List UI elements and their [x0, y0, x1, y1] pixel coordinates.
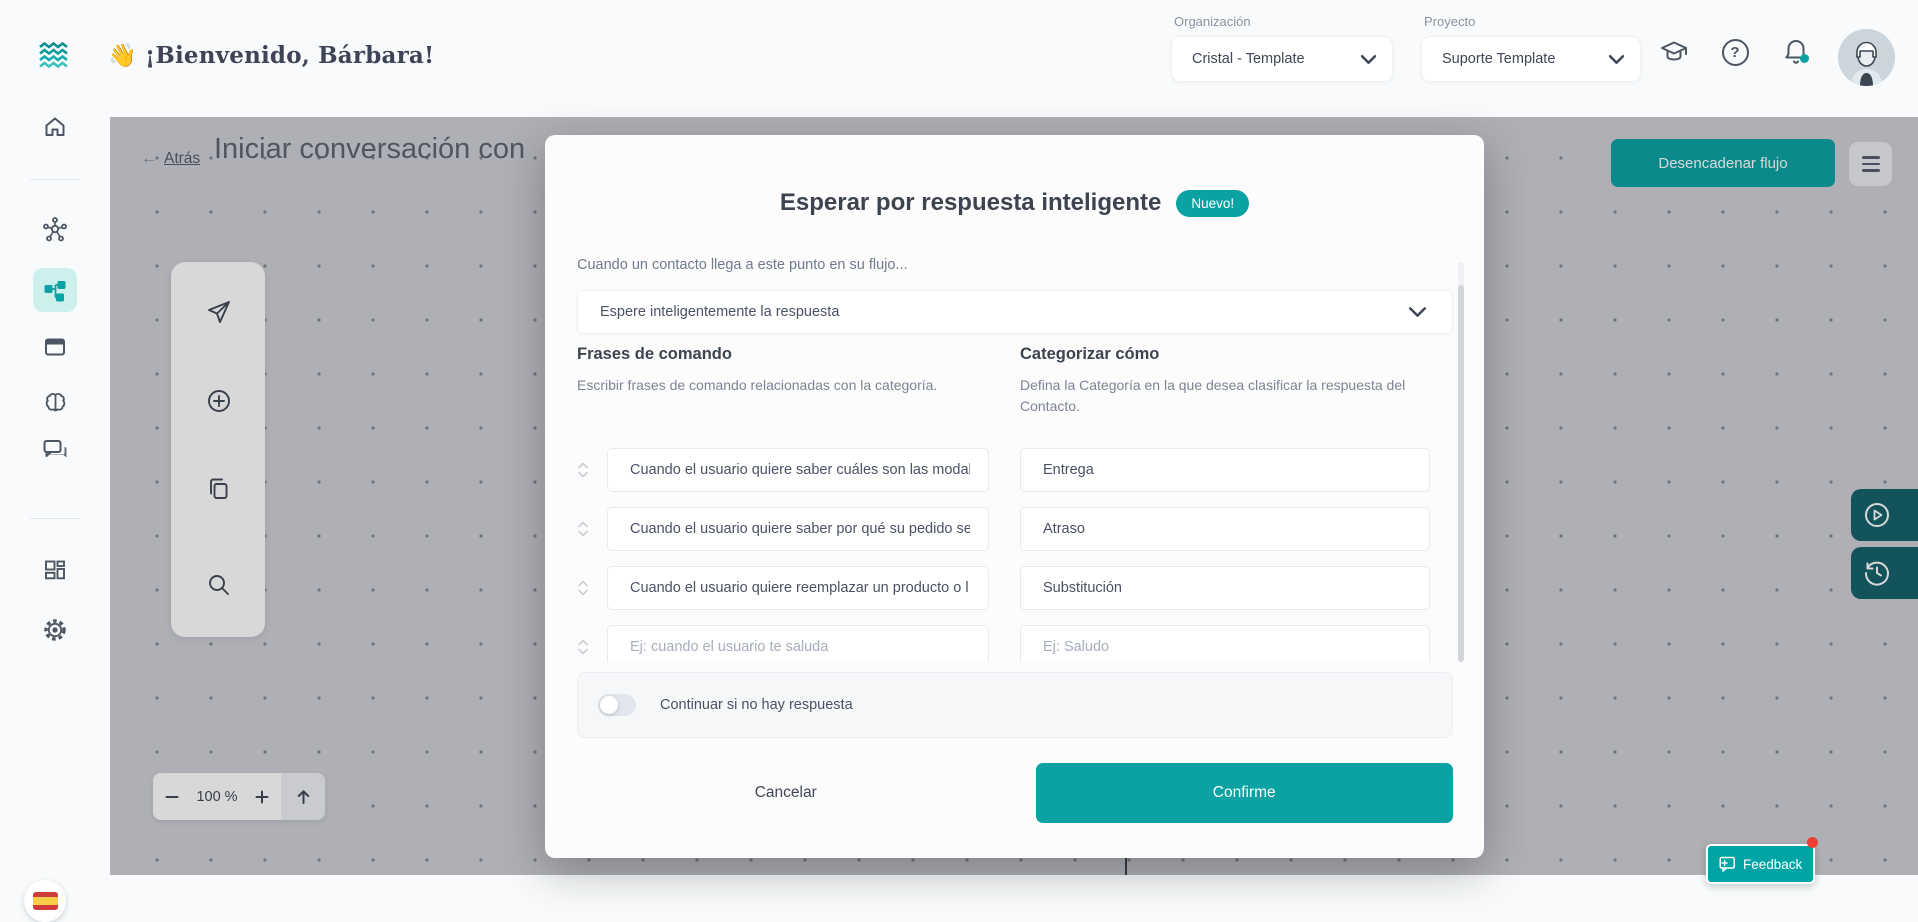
categorize-column-title: Categorizar cómo — [1020, 345, 1159, 364]
top-header: 👋 ¡Bienvenido, Bárbara! Organización Cri… — [0, 0, 1918, 117]
sidebar-item-ai[interactable] — [33, 381, 77, 425]
cancel-button[interactable]: Cancelar — [577, 763, 995, 823]
confirm-button[interactable]: Confirme — [1036, 763, 1454, 823]
phrase-input[interactable] — [607, 507, 989, 551]
drag-handle-icon[interactable] — [577, 639, 589, 655]
drag-handle-icon[interactable] — [577, 521, 589, 537]
gear-icon — [42, 617, 68, 643]
project-label: Proyecto — [1424, 14, 1475, 29]
left-sidebar — [0, 117, 110, 875]
graduation-cap-icon — [1659, 39, 1689, 65]
organization-select[interactable]: Cristal - Template — [1171, 36, 1393, 82]
phrases-column-title: Frases de comando — [577, 345, 732, 364]
logo-waves-icon — [38, 42, 70, 68]
hub-icon — [42, 217, 68, 243]
sidebar-divider — [30, 179, 80, 180]
phrase-input[interactable] — [607, 448, 989, 492]
modal-intro-text: Cuando un contacto llega a este punto en… — [577, 257, 908, 273]
phrase-row-empty — [577, 625, 1453, 662]
category-input[interactable] — [1020, 566, 1430, 610]
toggle-knob — [600, 696, 618, 714]
window-icon — [43, 335, 67, 359]
modal-scrollbar-thumb[interactable] — [1458, 285, 1464, 662]
sidebar-item-home[interactable] — [33, 105, 77, 149]
language-selector[interactable] — [24, 880, 66, 922]
chat-bubbles-icon — [42, 438, 68, 462]
category-input[interactable] — [1020, 507, 1430, 551]
sidebar-item-hub[interactable] — [33, 208, 77, 252]
feedback-label: Feedback — [1743, 857, 1802, 872]
project-select[interactable]: Suporte Template — [1421, 36, 1641, 82]
avatar-illustration — [1838, 29, 1895, 86]
chevron-down-icon — [1409, 307, 1426, 317]
continue-toggle[interactable] — [598, 694, 636, 716]
new-badge: Nuevo! — [1176, 190, 1249, 217]
chevron-down-icon — [1609, 55, 1624, 64]
user-avatar[interactable] — [1838, 29, 1895, 86]
wait-mode-value: Espere inteligentemente la respuesta — [600, 304, 839, 320]
organization-value: Cristal - Template — [1192, 51, 1305, 67]
project-value: Suporte Template — [1442, 51, 1555, 67]
dashboard-grid-icon — [43, 558, 67, 582]
brain-icon — [43, 391, 68, 415]
phrase-row — [577, 507, 1453, 551]
sidebar-item-pages[interactable] — [33, 325, 77, 369]
phrase-input[interactable] — [607, 625, 989, 662]
notification-dot — [1800, 54, 1809, 63]
question-mark-icon: ? — [1722, 39, 1749, 66]
smart-reply-modal: Esperar por respuesta inteligente Nuevo!… — [545, 135, 1484, 858]
drag-handle-icon[interactable] — [577, 462, 589, 478]
drag-handle-icon[interactable] — [577, 580, 589, 596]
feedback-button[interactable]: Feedback — [1706, 844, 1815, 884]
welcome-message: 👋 ¡Bienvenido, Bárbara! — [108, 42, 434, 69]
phrase-row — [577, 448, 1453, 492]
sidebar-item-settings[interactable] — [33, 608, 77, 652]
feedback-window-icon — [1719, 856, 1736, 872]
categorize-column-desc: Defina la Categoría en la que desea clas… — [1020, 375, 1440, 416]
organization-label: Organización — [1174, 14, 1251, 29]
sidebar-divider — [30, 518, 80, 519]
spain-flag-icon — [33, 892, 58, 910]
category-input[interactable] — [1020, 625, 1430, 662]
sidebar-item-chats[interactable] — [33, 428, 77, 472]
app-logo[interactable] — [38, 42, 70, 73]
home-icon — [43, 115, 67, 139]
category-input[interactable] — [1020, 448, 1430, 492]
continue-toggle-panel: Continuar si no hay respuesta — [577, 672, 1453, 738]
phrase-row — [577, 566, 1453, 610]
phrase-input[interactable] — [607, 566, 989, 610]
flow-builder-icon — [42, 277, 68, 303]
phrase-rows — [577, 448, 1453, 662]
help-button[interactable]: ? — [1715, 32, 1755, 72]
phrases-column-desc: Escribir frases de comando relacionadas … — [577, 375, 987, 396]
sidebar-item-flows[interactable] — [33, 268, 77, 312]
wait-mode-select[interactable]: Espere inteligentemente la respuesta — [577, 290, 1453, 334]
continue-toggle-label: Continuar si no hay respuesta — [660, 697, 853, 713]
chevron-down-icon — [1361, 55, 1376, 64]
modal-title: Esperar por respuesta inteligente — [780, 189, 1161, 217]
sidebar-item-dashboard[interactable] — [33, 548, 77, 592]
notifications-button[interactable] — [1776, 32, 1816, 72]
academy-button[interactable] — [1654, 32, 1694, 72]
